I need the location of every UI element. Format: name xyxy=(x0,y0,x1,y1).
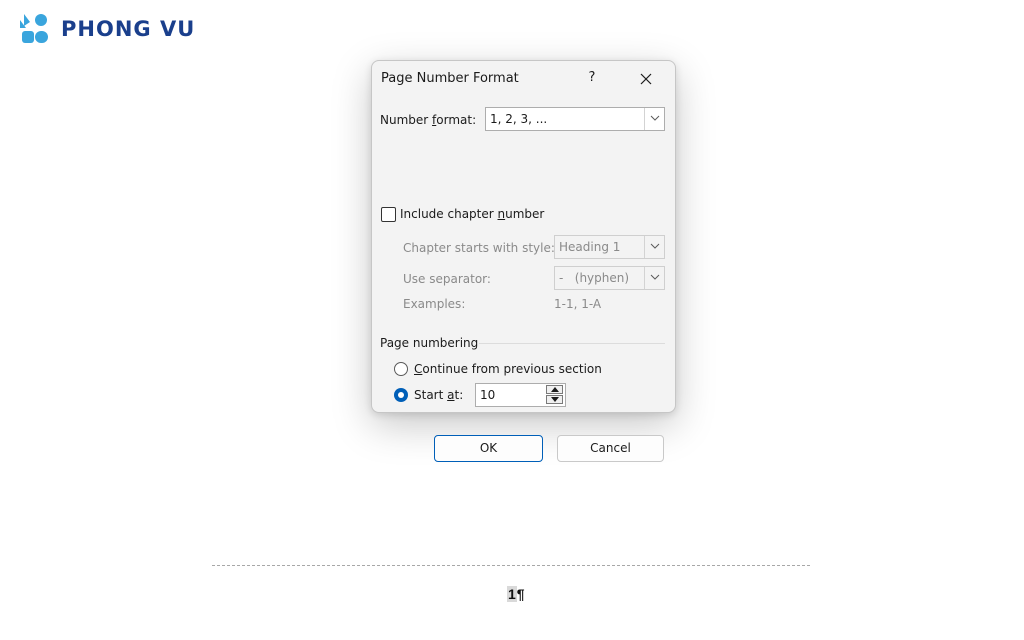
dialog-titlebar: Page Number Format ? xyxy=(372,61,675,97)
brand-logo: PHONG VU xyxy=(20,12,195,46)
footer-boundary xyxy=(212,565,810,566)
include-chapter-label[interactable]: Include chapter number xyxy=(400,207,544,221)
chevron-down-icon[interactable] xyxy=(644,236,664,258)
cancel-button[interactable]: Cancel xyxy=(557,435,664,462)
ok-button[interactable]: OK xyxy=(434,435,543,462)
start-at-spinner xyxy=(546,385,564,405)
dialog-content: Number format: 1, 2, 3, ... Include chap… xyxy=(372,97,675,462)
start-at-radio[interactable] xyxy=(394,388,408,402)
start-at-input[interactable]: 10 xyxy=(475,383,566,407)
brand-mark-icon xyxy=(20,14,48,43)
pilcrow-mark: ¶ xyxy=(516,586,525,602)
close-button[interactable] xyxy=(634,68,658,92)
chapter-style-value: Heading 1 xyxy=(559,240,621,254)
chevron-down-icon[interactable] xyxy=(644,108,664,130)
page-number-value: 1 xyxy=(507,586,517,602)
separator-label: Use separator: xyxy=(403,272,491,286)
number-format-dropdown[interactable]: 1, 2, 3, ... xyxy=(485,107,665,131)
spin-down-button[interactable] xyxy=(546,395,563,404)
page-number-format-dialog: Page Number Format ? Number format: 1, 2… xyxy=(371,60,676,462)
start-at-value: 10 xyxy=(480,388,496,402)
chevron-down-icon[interactable] xyxy=(644,267,664,289)
continue-label[interactable]: Continue from previous section xyxy=(414,362,602,376)
separator-dropdown[interactable]: - (hyphen) xyxy=(554,266,665,290)
number-format-value: 1, 2, 3, ... xyxy=(490,112,548,126)
number-format-label: Number format: xyxy=(380,113,477,127)
examples-label: Examples: xyxy=(403,297,466,311)
page-number-field[interactable]: 1¶ xyxy=(507,586,525,602)
arrow-up-icon xyxy=(551,387,559,392)
close-icon xyxy=(640,73,652,85)
brand-name: PHONG VU xyxy=(61,16,196,41)
chapter-style-dropdown[interactable]: Heading 1 xyxy=(554,235,665,259)
help-button[interactable]: ? xyxy=(581,67,603,89)
include-chapter-checkbox[interactable] xyxy=(381,207,396,222)
chapter-style-label: Chapter starts with style: xyxy=(403,241,555,255)
start-at-label[interactable]: Start at: xyxy=(414,388,463,402)
examples-value: 1-1, 1-A xyxy=(554,297,602,311)
spin-up-button[interactable] xyxy=(546,385,563,394)
page-numbering-group-label: Page numbering xyxy=(380,336,479,350)
group-divider xyxy=(479,343,665,344)
arrow-down-icon xyxy=(551,397,559,402)
dialog-title: Page Number Format xyxy=(381,71,519,86)
continue-radio[interactable] xyxy=(394,362,408,376)
separator-value: - (hyphen) xyxy=(559,271,630,285)
